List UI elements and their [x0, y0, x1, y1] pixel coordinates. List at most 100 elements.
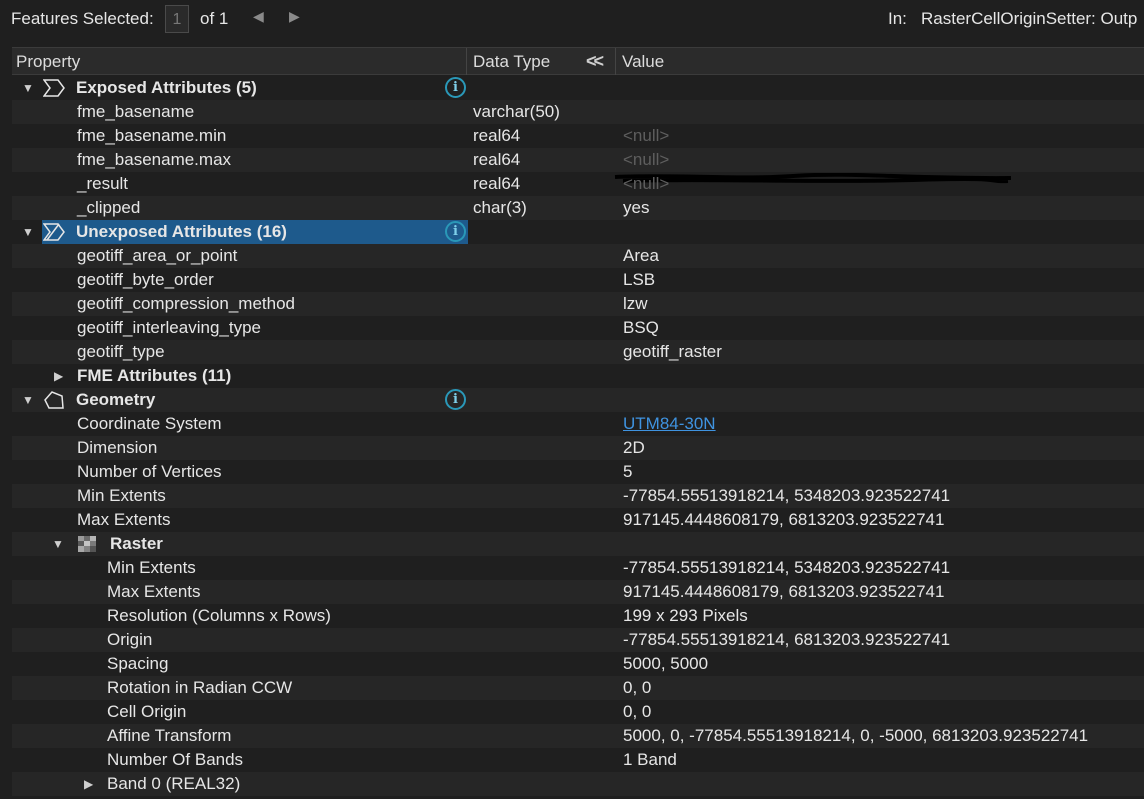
info-icon[interactable]: i	[445, 389, 466, 410]
raster-property-name: Resolution (Columns x Rows)	[107, 606, 331, 625]
table-row[interactable]: Number of Vertices 5	[12, 460, 1144, 484]
table-row[interactable]: Cell Origin 0, 0	[12, 700, 1144, 724]
table-row[interactable]: geotiff_area_or_point Area	[12, 244, 1144, 268]
table-row[interactable]: geotiff_type geotiff_raster	[12, 340, 1144, 364]
table-row[interactable]: geotiff_compression_method lzw	[12, 292, 1144, 316]
raster-property-value: -77854.55513918214, 5348203.923522741	[623, 558, 951, 577]
attribute-value: LSB	[623, 270, 656, 289]
table-row[interactable]: fme_basename.max real64 <null>	[12, 148, 1144, 172]
chevron-down-icon[interactable]: ▼	[22, 220, 34, 244]
attribute-type: char(3)	[473, 198, 527, 217]
raster-property-value: 5000, 0, -77854.55513918214, 0, -5000, 6…	[623, 726, 1089, 745]
table-row[interactable]: geotiff_byte_order LSB	[12, 268, 1144, 292]
column-divider[interactable]	[466, 48, 467, 75]
group-label: Exposed Attributes (5)	[76, 78, 257, 97]
page-number-field[interactable]: 1	[165, 5, 189, 33]
column-header-value[interactable]: Value	[622, 48, 664, 75]
table-row[interactable]: Affine Transform 5000, 0, -77854.5551391…	[12, 724, 1144, 748]
chevron-down-icon[interactable]: ▼	[22, 388, 34, 412]
group-label: Raster	[110, 534, 163, 553]
attribute-name: geotiff_compression_method	[77, 294, 295, 313]
group-row-geometry[interactable]: ▼ Geometry i	[12, 388, 1144, 412]
chevron-right-icon[interactable]: ▶	[54, 364, 63, 388]
table-row[interactable]: fme_basename.min real64 <null>	[12, 124, 1144, 148]
feature-toolbar: Features Selected: 1 of 1 ◀ ▶ In: Raster…	[0, 0, 1144, 38]
raster-property-name: Min Extents	[107, 558, 196, 577]
attribute-name: fme_basename.max	[77, 150, 232, 169]
attribute-name: _clipped	[77, 198, 141, 217]
source-in-label: In:	[888, 9, 907, 28]
table-row[interactable]: Max Extents 917145.4448608179, 6813203.9…	[12, 580, 1144, 604]
group-row-raster[interactable]: ▼ Raster	[12, 532, 1144, 556]
attribute-value: <null>	[623, 174, 670, 193]
polygon-icon	[44, 391, 64, 409]
raster-icon	[78, 536, 96, 552]
column-header-data-type[interactable]: Data Type	[473, 48, 550, 75]
raster-property-name: Max Extents	[107, 582, 201, 601]
table-header: Property Data Type << Value	[12, 47, 1144, 75]
raster-property-value: -77854.55513918214, 6813203.923522741	[623, 630, 951, 649]
attribute-value: geotiff_raster	[623, 342, 722, 361]
table-row[interactable]: Max Extents 917145.4448608179, 6813203.9…	[12, 508, 1144, 532]
attribute-type: real64	[473, 174, 521, 193]
table-row[interactable]: Number Of Bands 1 Band	[12, 748, 1144, 772]
attribute-name: fme_basename	[77, 102, 195, 121]
attribute-name: geotiff_area_or_point	[77, 246, 238, 265]
column-divider[interactable]	[615, 48, 616, 75]
table-row[interactable]: Origin -77854.55513918214, 6813203.92352…	[12, 628, 1144, 652]
chevron-down-icon[interactable]: ▼	[52, 532, 64, 556]
table-row[interactable]: geotiff_interleaving_type BSQ	[12, 316, 1144, 340]
chevron-down-icon[interactable]: ▼	[22, 76, 34, 100]
attribute-value: yes	[623, 198, 650, 217]
group-label: Geometry	[76, 390, 156, 409]
group-row-unexposed-attributes[interactable]: ▼ Unexposed Attributes (16) i	[12, 220, 1144, 244]
attribute-type: real64	[473, 126, 521, 145]
table-row[interactable]: Dimension 2D	[12, 436, 1144, 460]
attribute-value: <null>	[623, 150, 670, 169]
attribute-type: varchar(50)	[473, 102, 560, 121]
attribute-value: Area	[623, 246, 659, 265]
raster-property-name: Cell Origin	[107, 702, 187, 721]
table-row[interactable]: _clipped char(3) yes	[12, 196, 1144, 220]
group-label: FME Attributes (11)	[77, 366, 232, 385]
column-header-property[interactable]: Property	[16, 48, 80, 75]
features-selected-label: Features Selected:	[11, 9, 154, 28]
band-label: Band 0 (REAL32)	[107, 774, 241, 793]
table-row[interactable]: Rotation in Radian CCW 0, 0	[12, 676, 1144, 700]
table-row[interactable]: Min Extents -77854.55513918214, 5348203.…	[12, 484, 1144, 508]
sigma-slash-icon	[43, 223, 65, 241]
coordinate-system-link[interactable]: UTM84-30N	[623, 412, 716, 436]
attribute-name: geotiff_byte_order	[77, 270, 214, 289]
chevron-right-icon[interactable]: ▶	[84, 772, 93, 796]
table-row[interactable]: Min Extents -77854.55513918214, 5348203.…	[12, 556, 1144, 580]
attribute-type: real64	[473, 150, 521, 169]
info-icon[interactable]: i	[445, 221, 466, 242]
attribute-name: fme_basename.min	[77, 126, 227, 145]
table-row[interactable]: fme_basename varchar(50)	[12, 100, 1144, 124]
group-label: Unexposed Attributes (16)	[76, 222, 287, 241]
raster-property-value: 1 Band	[623, 750, 677, 769]
attribute-value: <null>	[623, 126, 670, 145]
table-row[interactable]: Spacing 5000, 5000	[12, 652, 1144, 676]
group-row-band-0[interactable]: ▶ Band 0 (REAL32)	[12, 772, 1144, 796]
geometry-property-value: -77854.55513918214, 5348203.923522741	[623, 486, 951, 505]
group-row-exposed-attributes[interactable]: ▼ Exposed Attributes (5) i	[12, 76, 1144, 100]
sigma-icon	[43, 79, 65, 97]
table-row[interactable]: Coordinate System UTM84-30N	[12, 412, 1144, 436]
previous-feature-icon[interactable]: ◀	[253, 8, 264, 25]
attribute-value: BSQ	[623, 318, 659, 337]
group-row-fme-attributes[interactable]: ▶ FME Attributes (11)	[12, 364, 1144, 388]
collapse-columns-icon[interactable]: <<	[586, 48, 604, 75]
geometry-property-name: Number of Vertices	[77, 462, 222, 481]
raster-property-value: 917145.4448608179, 6813203.923522741	[623, 582, 945, 601]
raster-property-value: 199 x 293 Pixels	[623, 606, 748, 625]
table-row[interactable]: Resolution (Columns x Rows) 199 x 293 Pi…	[12, 604, 1144, 628]
table-row[interactable]: _result real64 <null>	[12, 172, 1144, 196]
raster-property-name: Origin	[107, 630, 153, 649]
geometry-property-name: Min Extents	[77, 486, 166, 505]
info-icon[interactable]: i	[445, 77, 466, 98]
raster-property-name: Affine Transform	[107, 726, 232, 745]
next-feature-icon[interactable]: ▶	[289, 8, 300, 25]
geometry-property-name: Coordinate System	[77, 414, 222, 433]
geometry-property-name: Max Extents	[77, 510, 171, 529]
